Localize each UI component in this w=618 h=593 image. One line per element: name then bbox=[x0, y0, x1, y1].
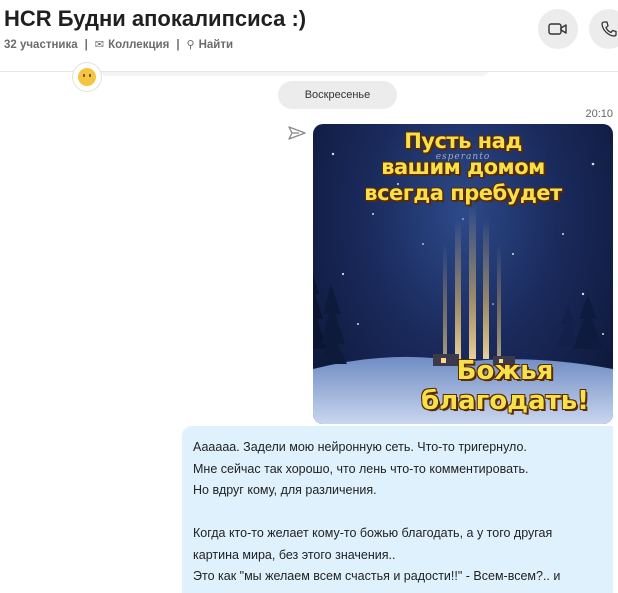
shared-image[interactable]: Пусть над вашим домом всегда пребудет es… bbox=[313, 124, 613, 424]
emoji-face-icon bbox=[78, 68, 96, 86]
message-line: картина мира, без этого значения.. bbox=[193, 547, 396, 562]
day-separator: Воскресенье bbox=[278, 81, 397, 109]
video-call-button[interactable] bbox=[538, 9, 578, 49]
sender-avatar[interactable] bbox=[72, 62, 102, 92]
image-caption-top: Пусть над вашим домом всегда пребудет bbox=[313, 128, 613, 206]
message-line: Это как "мы желаем всем счастья и радост… bbox=[193, 569, 561, 583]
meta-divider: | bbox=[176, 38, 180, 51]
phone-icon bbox=[601, 21, 617, 37]
search-icon: ⚲ bbox=[186, 39, 195, 51]
caption-line: Божья bbox=[456, 356, 554, 386]
caption-line: Пусть над bbox=[404, 129, 522, 153]
find-link[interactable]: ⚲ Найти bbox=[187, 38, 234, 51]
caption-line: всегда пребудет bbox=[364, 181, 562, 205]
collection-link[interactable]: ✉ Коллекция bbox=[95, 38, 169, 51]
message-line: Но вдруг кому, для различения. bbox=[193, 483, 377, 497]
sent-icon bbox=[288, 126, 306, 140]
find-label: Найти bbox=[198, 39, 234, 51]
message-line: Мне сейчас так хорошо, что лень что-то к… bbox=[193, 461, 529, 476]
video-camera-icon bbox=[548, 23, 567, 35]
chat-title[interactable]: HCR Будни апокалипсиса :) bbox=[4, 6, 306, 32]
collection-label: Коллекция bbox=[108, 39, 170, 51]
message-line: Когда кто-то желает кому-то божью благод… bbox=[193, 526, 553, 540]
message-timestamp: 20:10 bbox=[585, 108, 613, 120]
gallery-icon: ✉ bbox=[94, 39, 105, 51]
participants-link[interactable]: 32 участника bbox=[4, 39, 78, 51]
chat-header: HCR Будни апокалипсиса :) 32 участника |… bbox=[0, 0, 618, 72]
image-watermark: esperanto bbox=[435, 152, 491, 162]
meta-divider: | bbox=[84, 38, 88, 51]
chat-meta: 32 участника | ✉ Коллекция | ⚲ Найти bbox=[4, 38, 234, 52]
audio-call-button[interactable] bbox=[589, 9, 618, 49]
message-line: Аааааа. Задели мою нейронную сеть. Что-т… bbox=[193, 440, 527, 454]
caption-line: благодать! bbox=[420, 386, 590, 416]
image-caption-bottom: Божья благодать! bbox=[355, 356, 613, 416]
outgoing-message-bubble[interactable]: Аааааа. Задели мою нейронную сеть. Что-т… bbox=[182, 426, 613, 593]
